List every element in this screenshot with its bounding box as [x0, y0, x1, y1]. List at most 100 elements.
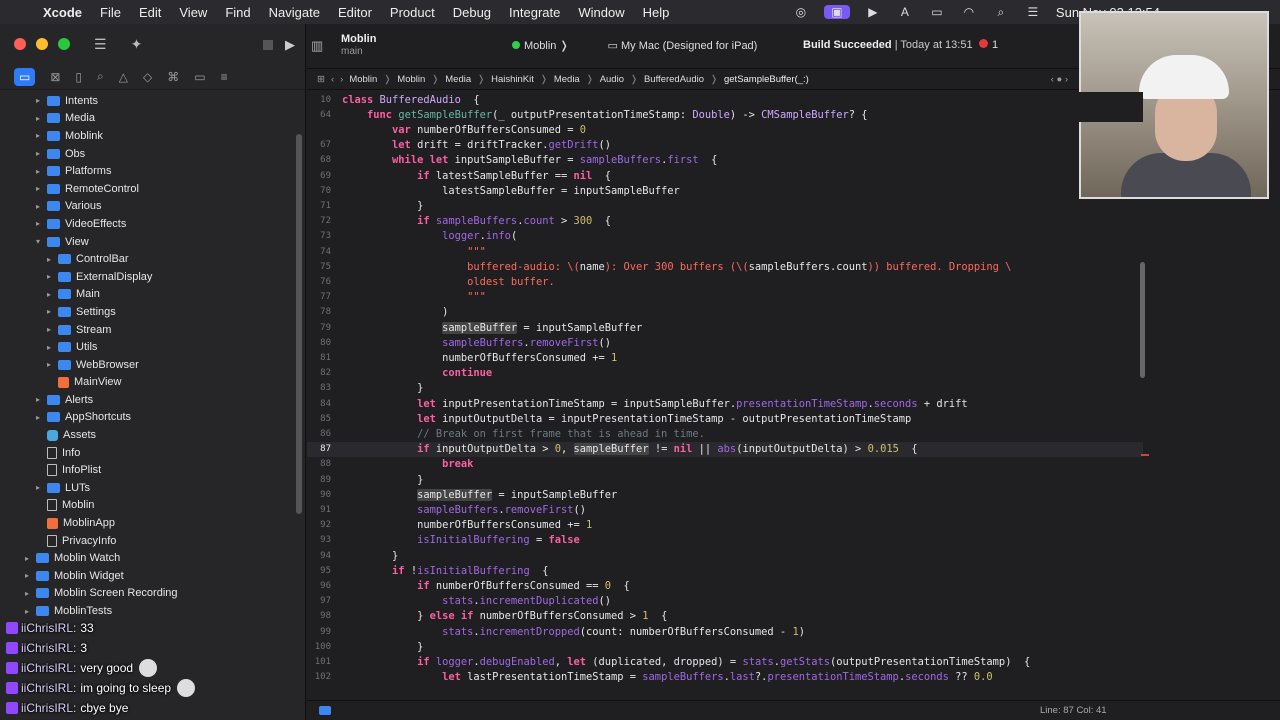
editor-scrollbar[interactable]	[1140, 262, 1145, 378]
sidebar-item-externaldisplay[interactable]: ▸ ExternalDisplay	[0, 268, 305, 286]
disclosure-icon[interactable]: ▸	[22, 554, 32, 563]
code-line[interactable]: 83 }	[307, 381, 1143, 396]
menu-window[interactable]: Window	[569, 5, 633, 20]
line-number[interactable]: 86	[307, 429, 331, 439]
line-number[interactable]: 80	[307, 338, 331, 348]
code-line[interactable]: 71 }	[307, 198, 1143, 213]
sidebar-item-stream[interactable]: ▸ Stream	[0, 321, 305, 339]
code-line[interactable]: 75 buffered-audio: \(name): Over 300 buf…	[307, 259, 1143, 274]
code-line[interactable]: 91 sampleBuffers.removeFirst()	[307, 502, 1143, 517]
code-line[interactable]: 95 if !isInitialBuffering {	[307, 563, 1143, 578]
line-number[interactable]: 97	[307, 596, 331, 606]
line-number[interactable]: 102	[307, 672, 331, 682]
code-line[interactable]: 86 // Break on first frame that is ahead…	[307, 426, 1143, 441]
code-line[interactable]: 92 numberOfBuffersConsumed += 1	[307, 518, 1143, 533]
disclosure-icon[interactable]: ▸	[44, 272, 54, 281]
disclosure-icon[interactable]: ▸	[44, 307, 54, 316]
code-line[interactable]: 101 if logger.debugEnabled, let (duplica…	[307, 654, 1143, 669]
line-number[interactable]: 68	[307, 155, 331, 165]
menu-find[interactable]: Find	[216, 5, 259, 20]
sidebar-item-mainview[interactable]: MainView	[0, 374, 305, 392]
test-icon[interactable]: ◇	[143, 70, 152, 84]
sidebar-item-infoplist[interactable]: InfoPlist	[0, 461, 305, 479]
code-line[interactable]: 84 let inputPresentationTimeStamp = inpu…	[307, 396, 1143, 411]
stop-button[interactable]	[263, 40, 273, 50]
assistant-icon[interactable]: ✦	[131, 36, 143, 53]
line-number[interactable]: 73	[307, 231, 331, 241]
code-line[interactable]: 80 sampleBuffers.removeFirst()	[307, 335, 1143, 350]
disclosure-icon[interactable]: ▸	[44, 290, 54, 299]
code-line[interactable]: 10 class BufferedAudio {	[307, 92, 1143, 108]
code-line[interactable]: 100 }	[307, 639, 1143, 654]
line-number[interactable]: 94	[307, 551, 331, 561]
sidebar-item-controlbar[interactable]: ▸ ControlBar	[0, 250, 305, 268]
line-number[interactable]: 87	[307, 444, 331, 454]
sidebar-item-view[interactable]: ▾ View	[0, 233, 305, 251]
line-number[interactable]: 79	[307, 323, 331, 333]
sidebar-item-moblin[interactable]: Moblin	[0, 497, 305, 515]
code-line[interactable]: 68 while let inputSampleBuffer = sampleB…	[307, 153, 1143, 168]
code-line[interactable]: 81 numberOfBuffersConsumed += 1	[307, 350, 1143, 365]
breakpoint-icon[interactable]: ▭	[194, 70, 205, 84]
menu-debug[interactable]: Debug	[444, 5, 500, 20]
menu-navigate[interactable]: Navigate	[260, 5, 329, 20]
code-line[interactable]: 99 stats.incrementDropped(count: numberO…	[307, 624, 1143, 639]
code-line[interactable]: 88 break	[307, 457, 1143, 472]
disclosure-icon[interactable]: ▸	[33, 395, 43, 404]
code-line[interactable]: 77 """	[307, 290, 1143, 305]
disclosure-icon[interactable]: ▸	[33, 219, 43, 228]
code-line[interactable]: 78 )	[307, 305, 1143, 320]
line-number[interactable]: 96	[307, 581, 331, 591]
menu-edit[interactable]: Edit	[130, 5, 170, 20]
code-line[interactable]: 102 let lastPresentationTimeStamp = samp…	[307, 670, 1143, 685]
disclosure-icon[interactable]: ▸	[33, 114, 43, 123]
disclosure-icon[interactable]: ▸	[44, 343, 54, 352]
breadcrumb-item[interactable]: Moblin	[349, 74, 377, 85]
code-line[interactable]: 98 } else if numberOfBuffersConsumed > 1…	[307, 609, 1143, 624]
line-number[interactable]: 75	[307, 262, 331, 272]
line-number[interactable]: 76	[307, 277, 331, 287]
code-line[interactable]: 97 stats.incrementDuplicated()	[307, 594, 1143, 609]
disclosure-icon[interactable]: ▸	[22, 607, 32, 616]
breadcrumb-item[interactable]: Audio	[600, 74, 624, 85]
sidebar-item-moblin-screen-recording[interactable]: ▸ Moblin Screen Recording	[0, 585, 305, 603]
spotlight-search-icon[interactable]: ⌕	[992, 5, 1010, 20]
menu-editor[interactable]: Editor	[329, 5, 381, 20]
code-line[interactable]: var numberOfBuffersConsumed = 0	[307, 122, 1143, 137]
menu-product[interactable]: Product	[381, 5, 444, 20]
line-number[interactable]: 82	[307, 368, 331, 378]
line-number[interactable]: 93	[307, 535, 331, 545]
line-number[interactable]: 70	[307, 186, 331, 196]
menu-app-name[interactable]: Xcode	[34, 5, 91, 20]
line-number[interactable]: 83	[307, 383, 331, 393]
sidebar-item-settings[interactable]: ▸ Settings	[0, 303, 305, 321]
wifi-icon[interactable]: ◠	[960, 5, 978, 19]
error-indicator[interactable]: 1	[979, 39, 998, 51]
issue-navigation-icon[interactable]: ‹ ● ›	[1051, 74, 1068, 85]
line-number[interactable]: 64	[307, 110, 331, 120]
sidebar-item-appshortcuts[interactable]: ▸ AppShortcuts	[0, 409, 305, 427]
line-number[interactable]: 89	[307, 475, 331, 485]
line-number[interactable]: 77	[307, 292, 331, 302]
disclosure-icon[interactable]: ▸	[33, 184, 43, 193]
disclosure-icon[interactable]: ▸	[22, 571, 32, 580]
run-button[interactable]: ▶	[285, 37, 295, 53]
sidebar-item-alerts[interactable]: ▸ Alerts	[0, 391, 305, 409]
menu-file[interactable]: File	[91, 5, 130, 20]
menu-view[interactable]: View	[170, 5, 216, 20]
bookmark-icon[interactable]: ▯	[75, 70, 82, 84]
line-number[interactable]: 10	[307, 95, 331, 105]
disclosure-icon[interactable]: ▸	[44, 360, 54, 369]
code-line[interactable]: 85 let inputOutputDelta = inputPresentat…	[307, 411, 1143, 426]
creative-cloud-icon[interactable]: ◎	[792, 5, 810, 19]
run-destination-selector[interactable]: ▭ My Mac (Designed for iPad)	[577, 39, 758, 52]
sidebar-toggle-icon[interactable]: ▥	[311, 38, 323, 54]
line-number[interactable]: 69	[307, 171, 331, 181]
sidebar-item-webbrowser[interactable]: ▸ WebBrowser	[0, 356, 305, 374]
line-number[interactable]: 67	[307, 140, 331, 150]
code-line[interactable]: 89 }	[307, 472, 1143, 487]
breadcrumb-function[interactable]: getSampleBuffer(_:)	[724, 74, 809, 85]
sidebar-item-moblin-widget[interactable]: ▸ Moblin Widget	[0, 567, 305, 585]
line-number[interactable]: 85	[307, 414, 331, 424]
scheme-selector[interactable]: Moblin ❭	[512, 39, 569, 52]
